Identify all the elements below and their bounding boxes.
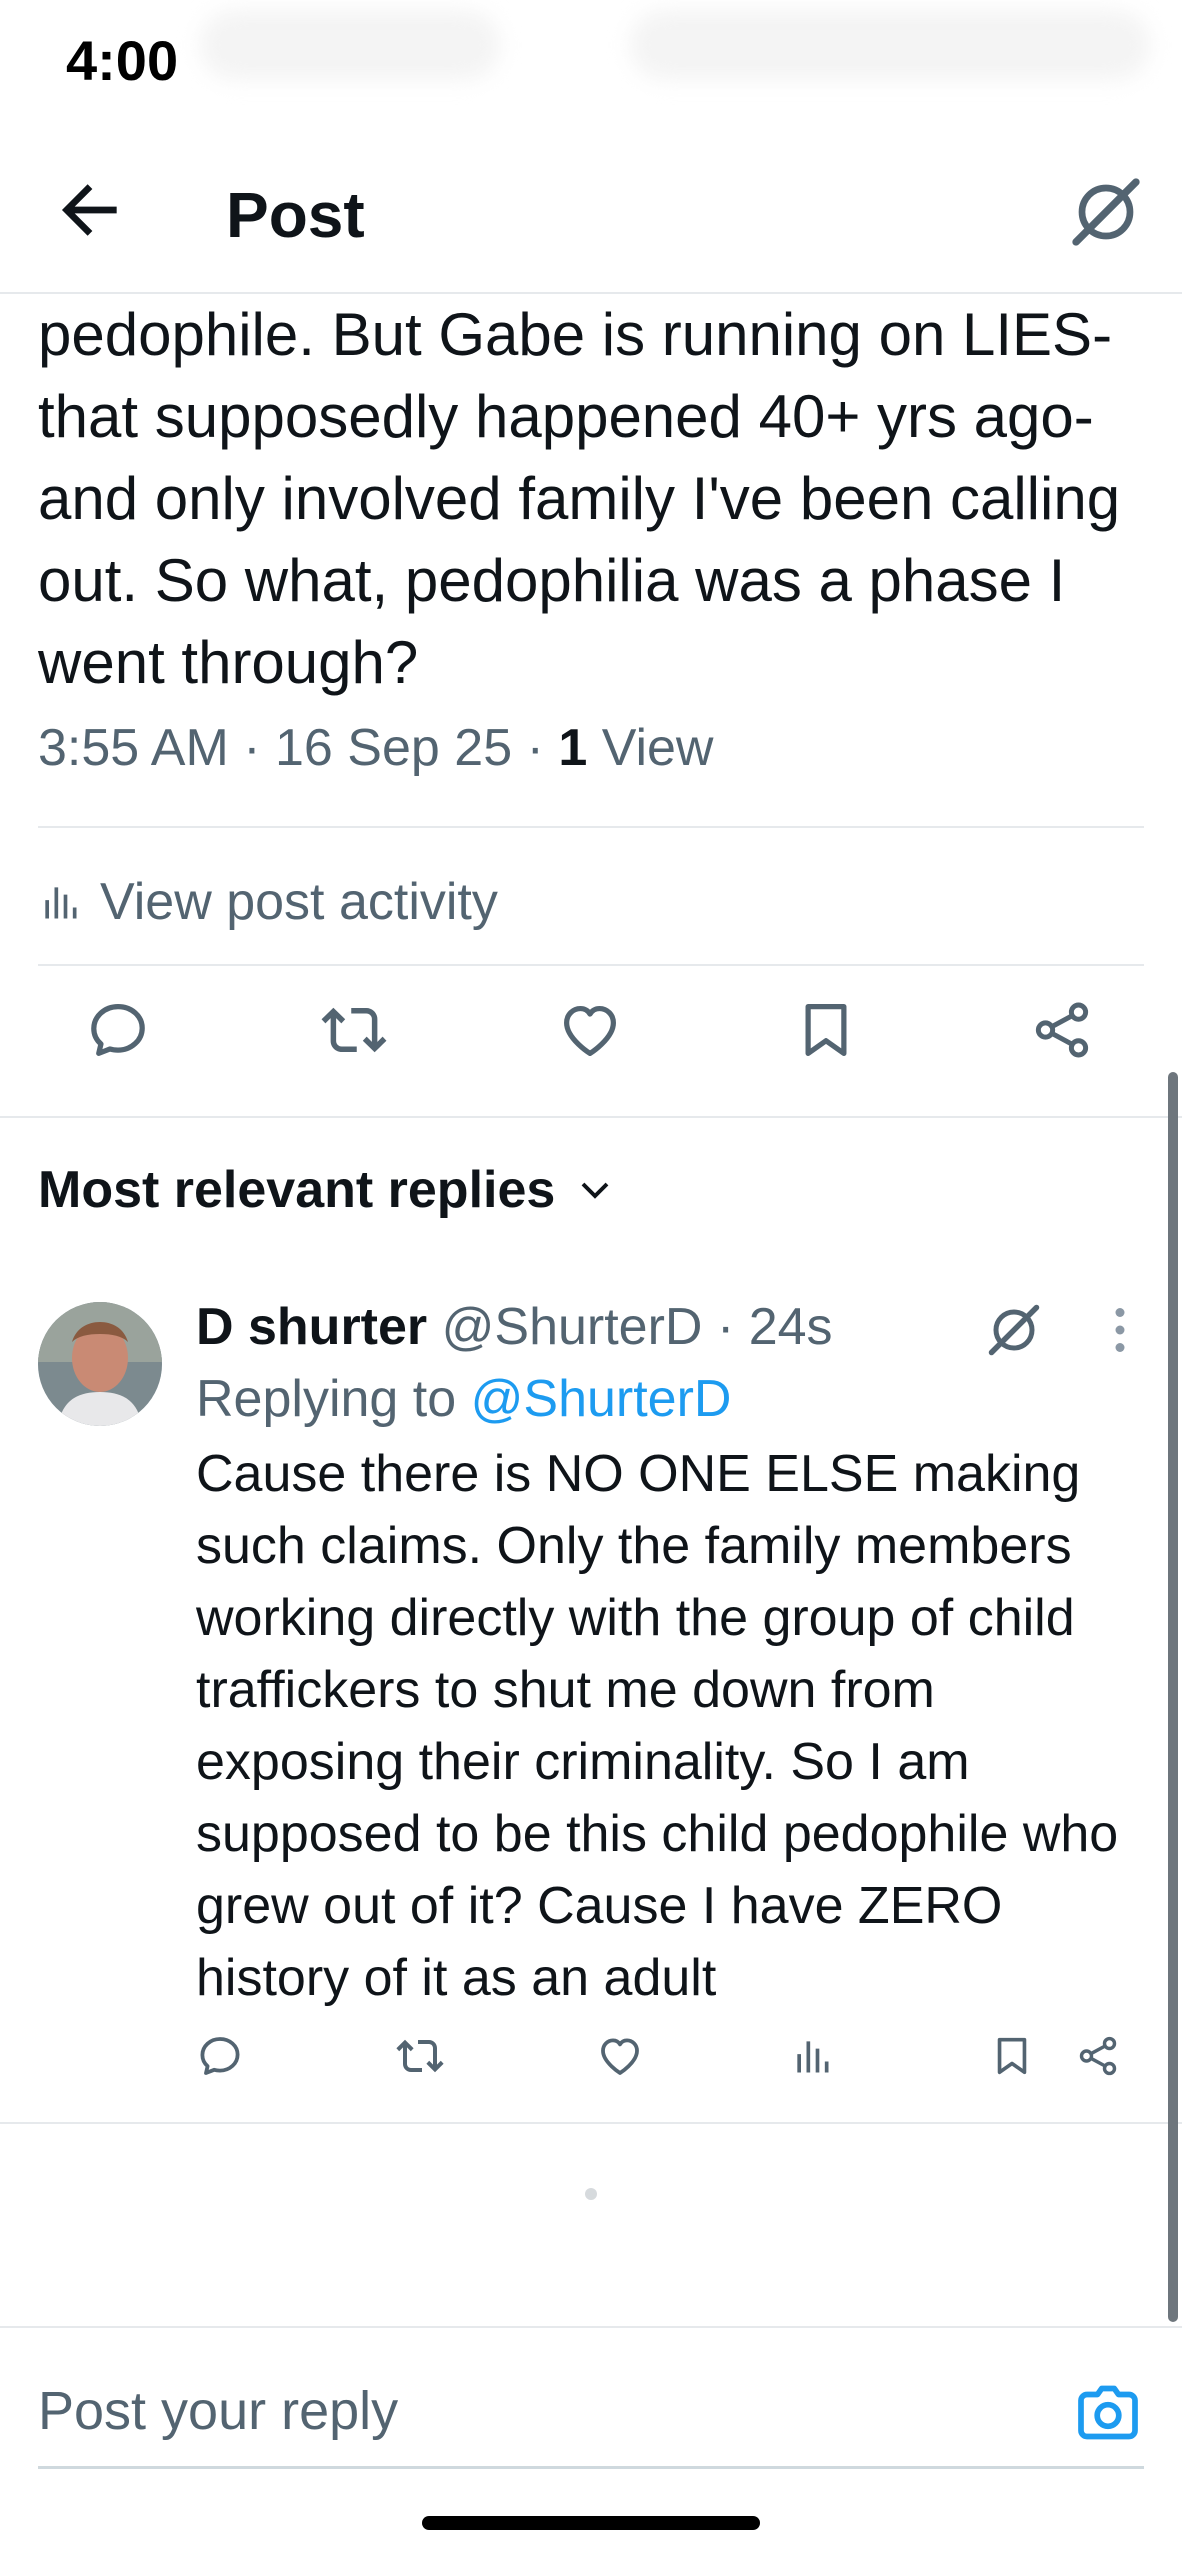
repost-icon — [321, 1007, 387, 1053]
post-view-count: 1 — [558, 719, 588, 777]
like-icon — [564, 1005, 616, 1056]
reply-input[interactable] — [38, 2380, 1038, 2442]
share-icon — [1035, 1002, 1089, 1058]
reply-repost-button[interactable] — [390, 2026, 450, 2086]
bookmark-icon — [997, 2037, 1027, 2075]
post-view-label: View — [601, 719, 714, 777]
reply-action-bar — [0, 2026, 1182, 2096]
post-action-bar — [0, 980, 1182, 1080]
status-bar: 4:00 — [0, 0, 1182, 120]
meta-separator: · — [526, 719, 559, 777]
grok-button[interactable] — [1066, 172, 1146, 252]
status-redacted-area — [200, 10, 500, 80]
home-indicator[interactable] — [422, 2516, 760, 2530]
meta-separator: · — [716, 1298, 735, 1356]
status-time: 4:00 — [66, 29, 179, 92]
repost-icon — [396, 2039, 444, 2073]
post-date: 16 Sep 25 — [275, 719, 513, 777]
share-button[interactable] — [1022, 990, 1102, 1070]
replying-to-prefix: Replying to — [196, 1370, 457, 1428]
post-time: 3:55 AM — [38, 719, 229, 777]
share-icon — [1079, 2036, 1117, 2076]
reply-author-handle[interactable]: @ShurterD — [442, 1298, 703, 1356]
analytics-icon — [797, 2041, 829, 2073]
divider — [0, 1116, 1182, 1118]
divider — [38, 964, 1144, 966]
reply-text: Cause there is NO ONE ELSE making such c… — [196, 1445, 1119, 2007]
divider — [38, 826, 1144, 828]
post-meta: 3:55 AM · 16 Sep 25 · 1 View — [38, 718, 714, 778]
top-app-bar: Post — [0, 120, 1182, 294]
view-post-activity-link[interactable]: View post activity — [38, 862, 498, 942]
like-button[interactable] — [550, 990, 630, 1070]
camera-button[interactable] — [1072, 2378, 1144, 2450]
avatar[interactable] — [38, 1302, 162, 1426]
like-icon — [601, 2038, 639, 2075]
grok-icon — [1072, 178, 1140, 246]
divider — [0, 2122, 1182, 2124]
scrollbar[interactable] — [1168, 1072, 1178, 2322]
page-title: Post — [226, 179, 365, 251]
arrow-left-icon — [61, 184, 117, 236]
loading-indicator — [585, 2188, 597, 2200]
reply-more-button[interactable] — [1100, 1300, 1140, 1360]
view-post-activity-label: View post activity — [100, 873, 498, 931]
replies-sort-label: Most relevant replies — [38, 1161, 556, 1219]
reply-age: 24s — [748, 1298, 833, 1356]
back-button[interactable] — [50, 170, 130, 250]
reply-button[interactable] — [78, 990, 158, 1070]
reply-share-button[interactable] — [1068, 2026, 1128, 2086]
reply-icon — [91, 1004, 145, 1056]
reply-icon — [200, 2037, 240, 2075]
repost-button[interactable] — [314, 990, 394, 1070]
reply-like-button[interactable] — [590, 2026, 650, 2086]
chevron-down-icon — [581, 1182, 609, 1199]
reply-reply-button[interactable] — [190, 2026, 250, 2086]
grok-icon — [988, 1304, 1040, 1356]
replying-to: Replying to @ShurterD — [196, 1366, 731, 1432]
replying-to-handle[interactable]: @ShurterD — [471, 1370, 732, 1428]
replies-sort-dropdown[interactable]: Most relevant replies — [38, 1160, 613, 1220]
reply-bookmark-button[interactable] — [982, 2026, 1042, 2086]
reply-analytics-button[interactable] — [782, 2026, 842, 2086]
bookmark-icon — [805, 1004, 847, 1056]
more-vertical-icon — [1115, 1308, 1125, 1352]
camera-icon — [1078, 2385, 1138, 2440]
reply-header: D shurter @ShurterD · 24s — [196, 1294, 833, 1360]
avatar-photo — [38, 1302, 162, 1426]
post-text: pedophile. But Gabe is running on LIES- … — [38, 301, 1121, 696]
meta-separator: · — [243, 719, 276, 777]
status-redacted-area — [630, 10, 1150, 80]
bookmark-button[interactable] — [786, 990, 866, 1070]
composer-underline — [38, 2466, 1144, 2469]
analytics-icon — [45, 887, 77, 919]
reply-composer — [0, 2326, 1182, 2469]
reply-author-name[interactable]: D shurter — [196, 1298, 427, 1356]
reply-grok-button[interactable] — [984, 1300, 1044, 1360]
